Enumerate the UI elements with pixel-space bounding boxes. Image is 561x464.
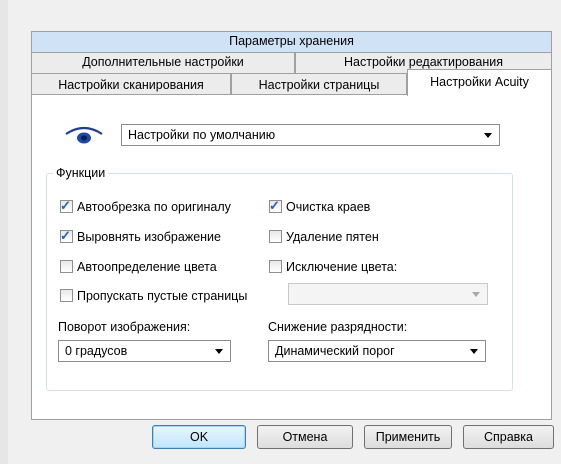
checkbox-straighten-image[interactable]: ✓ Выровнять изображение bbox=[60, 228, 260, 246]
tab-advanced-settings[interactable]: Дополнительные настройки bbox=[31, 52, 295, 73]
check-mark-icon: ✓ bbox=[269, 198, 280, 213]
bit-depth-select-value: Динамический порог bbox=[275, 344, 395, 358]
rotation-select[interactable]: 0 градусов bbox=[58, 340, 231, 362]
checkbox-box[interactable] bbox=[60, 289, 73, 302]
tab-page-settings[interactable]: Настройки страницы bbox=[231, 73, 407, 95]
apply-button[interactable]: Применить bbox=[364, 425, 452, 449]
chevron-down-icon bbox=[215, 349, 223, 354]
checkbox-despeckle[interactable]: Удаление пятен bbox=[269, 230, 429, 246]
checkbox-box[interactable] bbox=[60, 260, 73, 273]
checkbox-box[interactable]: ✓ bbox=[60, 198, 73, 213]
help-button[interactable]: Справка bbox=[463, 425, 554, 449]
check-mark-icon: ✓ bbox=[60, 228, 71, 243]
checkbox-skip-blank-pages[interactable]: Пропускать пустые страницы bbox=[60, 289, 280, 305]
chevron-down-icon bbox=[484, 133, 492, 138]
bit-depth-label: Снижение разрядности: bbox=[268, 320, 408, 334]
bit-depth-select[interactable]: Динамический порог bbox=[268, 340, 486, 362]
checkbox-box[interactable] bbox=[269, 230, 282, 243]
profile-select[interactable]: Настройки по умолчанию bbox=[121, 124, 500, 146]
rotation-select-value: 0 градусов bbox=[65, 344, 128, 358]
checkbox-box[interactable]: ✓ bbox=[269, 198, 282, 213]
rotation-label: Поворот изображения: bbox=[58, 320, 191, 334]
checkbox-label: Очистка краев bbox=[286, 200, 371, 214]
left-border bbox=[0, 0, 8, 464]
functions-legend: Функции bbox=[53, 166, 109, 180]
profile-select-value: Настройки по умолчанию bbox=[128, 128, 276, 142]
color-drop-select[interactable] bbox=[288, 283, 488, 305]
checkbox-label: Пропускать пустые страницы bbox=[77, 289, 248, 303]
checkbox-auto-crop[interactable]: ✓ Автообрезка по оригиналу bbox=[60, 198, 260, 216]
cancel-button[interactable]: Отмена bbox=[257, 425, 353, 449]
checkbox-label: Выровнять изображение bbox=[77, 230, 221, 244]
checkbox-auto-color-detect[interactable]: Автоопределение цвета bbox=[60, 260, 260, 276]
checkbox-box[interactable]: ✓ bbox=[60, 228, 73, 243]
chevron-down-icon bbox=[470, 349, 478, 354]
checkbox-edge-cleanup[interactable]: ✓ Очистка краев bbox=[269, 198, 429, 216]
checkbox-label: Автоопределение цвета bbox=[77, 260, 217, 274]
chevron-down-icon bbox=[472, 292, 480, 297]
checkbox-label: Исключение цвета: bbox=[286, 260, 398, 274]
check-mark-icon: ✓ bbox=[60, 198, 71, 213]
ok-button[interactable]: OK bbox=[152, 425, 246, 449]
checkbox-label: Удаление пятен bbox=[286, 230, 379, 244]
checkbox-label: Автообрезка по оригиналу bbox=[77, 200, 231, 214]
tab-scan-settings[interactable]: Настройки сканирования bbox=[31, 73, 231, 95]
tab-acuity-settings[interactable]: Настройки Acuity bbox=[407, 69, 552, 96]
checkbox-color-drop[interactable]: Исключение цвета: bbox=[269, 260, 439, 276]
eye-icon bbox=[64, 125, 104, 147]
checkbox-box[interactable] bbox=[269, 260, 282, 273]
tab-storage-settings[interactable]: Параметры хранения bbox=[31, 31, 552, 52]
